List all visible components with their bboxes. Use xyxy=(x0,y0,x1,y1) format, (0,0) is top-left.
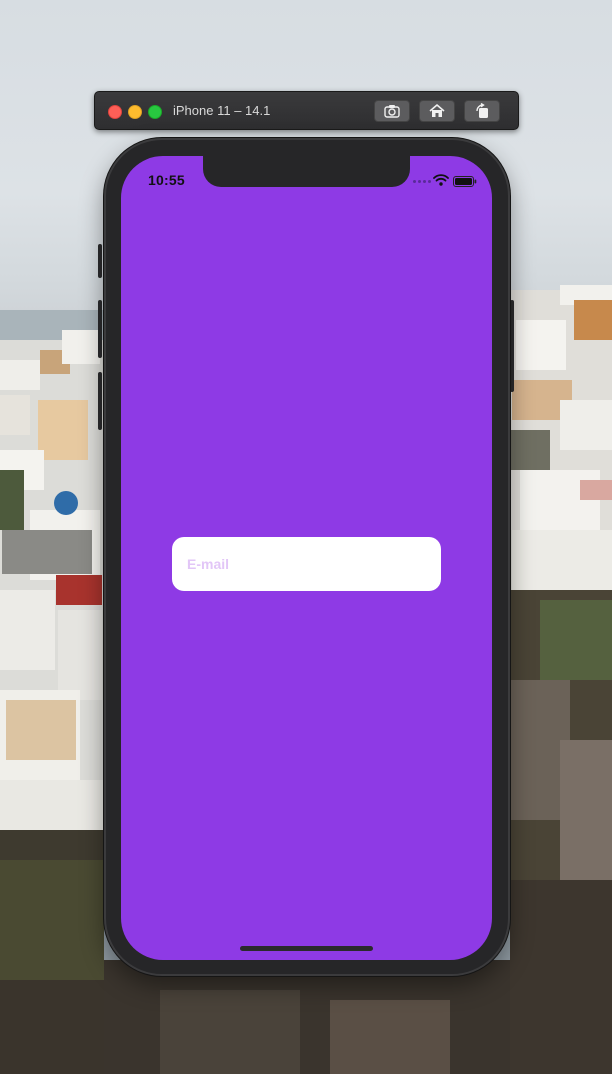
rotate-button[interactable] xyxy=(464,100,500,122)
notch xyxy=(203,156,410,187)
camera-icon xyxy=(384,104,400,118)
mute-switch xyxy=(98,244,102,278)
home-button[interactable] xyxy=(419,100,455,122)
battery-icon xyxy=(453,174,477,192)
wifi-icon xyxy=(433,173,449,191)
volume-down-button xyxy=(98,372,102,430)
screenshot-button[interactable] xyxy=(374,100,410,122)
house-icon xyxy=(429,104,445,118)
window-title: iPhone 11 – 14.1 xyxy=(173,103,271,118)
status-time: 10:55 xyxy=(148,172,185,188)
cellular-signal-icon xyxy=(413,180,431,183)
power-button xyxy=(510,300,514,392)
volume-up-button xyxy=(98,300,102,358)
rotate-icon xyxy=(474,103,490,119)
app-screen: 10:55 xyxy=(121,156,492,960)
window-minimize-button[interactable] xyxy=(128,105,142,119)
simulator-titlebar: iPhone 11 – 14.1 xyxy=(94,91,519,130)
email-field[interactable] xyxy=(172,537,441,591)
window-close-button[interactable] xyxy=(108,105,122,119)
home-indicator xyxy=(240,946,373,951)
window-zoom-button[interactable] xyxy=(148,105,162,119)
